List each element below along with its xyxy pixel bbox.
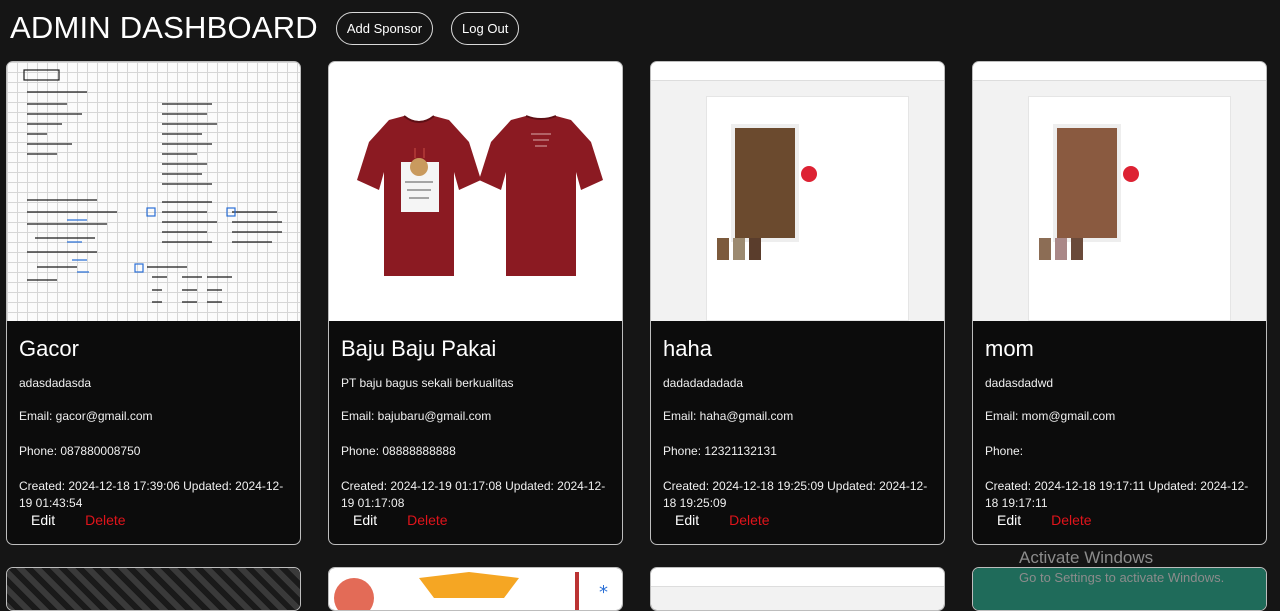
card-actions: Edit Delete (663, 508, 782, 532)
poster-image: * (334, 572, 608, 610)
delete-button[interactable]: Delete (717, 508, 781, 532)
sponsor-image (7, 62, 300, 321)
sponsor-phone: Phone: 087880008750 (19, 444, 141, 458)
page-title: ADMIN DASHBOARD (10, 10, 318, 45)
sponsor-image (651, 62, 944, 321)
sponsor-timestamps: Created: 2024-12-19 01:17:08 Updated: 20… (341, 479, 606, 510)
sponsor-phone: Phone: (985, 444, 1024, 458)
sponsor-image (329, 62, 622, 321)
add-sponsor-button[interactable]: Add Sponsor (335, 11, 434, 45)
sponsor-phone: Phone: 12321132131 (663, 444, 777, 458)
edit-button[interactable]: Edit (663, 508, 711, 532)
watermark-line2: Go to Settings to activate Windows. (1019, 570, 1225, 585)
card-actions: Edit Delete (985, 508, 1104, 532)
sponsor-email: Email: bajubaru@gmail.com (341, 409, 492, 423)
card-body: haha dadadadadada Email: haha@gmail.com … (663, 336, 932, 512)
sponsor-card-partial (650, 567, 945, 611)
sponsor-timestamps: Created: 2024-12-18 19:25:09 Updated: 20… (663, 479, 928, 510)
edit-button[interactable]: Edit (19, 508, 67, 532)
red-tshirt-image (329, 62, 622, 321)
sponsor-image (973, 62, 1266, 321)
sponsor-card-partial (6, 567, 301, 611)
handwriting-scribbles (23, 69, 282, 303)
sponsor-email: Email: mom@gmail.com (985, 409, 1116, 423)
sponsor-email: Email: gacor@gmail.com (19, 409, 153, 423)
sponsor-timestamps: Created: 2024-12-18 17:39:06 Updated: 20… (19, 479, 284, 510)
sponsor-name: mom (985, 336, 1034, 361)
edit-button[interactable]: Edit (341, 508, 389, 532)
sponsor-card: Baju Baju Pakai PT baju bagus sekali ber… (328, 61, 623, 545)
sponsor-card-partial: * (328, 567, 623, 611)
sponsor-description: dadadadadada (663, 376, 744, 390)
sponsor-card: mom dadasdadwd Email: mom@gmail.com Phon… (972, 61, 1267, 545)
sponsor-image: * (329, 568, 622, 610)
website-screenshot-image (973, 62, 1266, 321)
sponsor-name: Baju Baju Pakai (341, 336, 497, 361)
delete-button[interactable]: Delete (1039, 508, 1103, 532)
edit-button[interactable]: Edit (985, 508, 1033, 532)
sponsor-card: haha dadadadadada Email: haha@gmail.com … (650, 61, 945, 545)
sponsor-name: Gacor (19, 336, 79, 361)
website-screenshot-image (651, 568, 944, 610)
svg-text:*: * (599, 582, 608, 603)
windows-activation-watermark: Activate Windows Go to Settings to activ… (1019, 548, 1224, 585)
sponsor-description: PT baju bagus sekali berkualitas (341, 376, 514, 390)
sponsor-name: haha (663, 336, 712, 361)
watermark-line1: Activate Windows (1019, 548, 1154, 567)
sponsor-card: Gacor adasdadasda Email: gacor@gmail.com… (6, 61, 301, 545)
sponsor-description: adasdadasda (19, 376, 92, 390)
delete-button[interactable]: Delete (395, 508, 459, 532)
sponsor-description: dadasdadwd (985, 376, 1054, 390)
sponsor-timestamps: Created: 2024-12-18 19:17:11 Updated: 20… (985, 479, 1249, 510)
sponsor-image (7, 568, 300, 610)
card-body: Gacor adasdadasda Email: gacor@gmail.com… (19, 336, 288, 512)
card-body: Baju Baju Pakai PT baju bagus sekali ber… (341, 336, 610, 512)
sponsor-email: Email: haha@gmail.com (663, 409, 794, 423)
card-actions: Edit Delete (19, 508, 138, 532)
card-body: mom dadasdadwd Email: mom@gmail.com Phon… (985, 336, 1254, 512)
logout-button[interactable]: Log Out (451, 11, 520, 45)
website-screenshot-image (651, 62, 944, 321)
sponsor-phone: Phone: 08888888888 (341, 444, 456, 458)
delete-button[interactable]: Delete (73, 508, 137, 532)
header: ADMIN DASHBOARD Add Sponsor Log Out (10, 10, 520, 46)
card-actions: Edit Delete (341, 508, 460, 532)
